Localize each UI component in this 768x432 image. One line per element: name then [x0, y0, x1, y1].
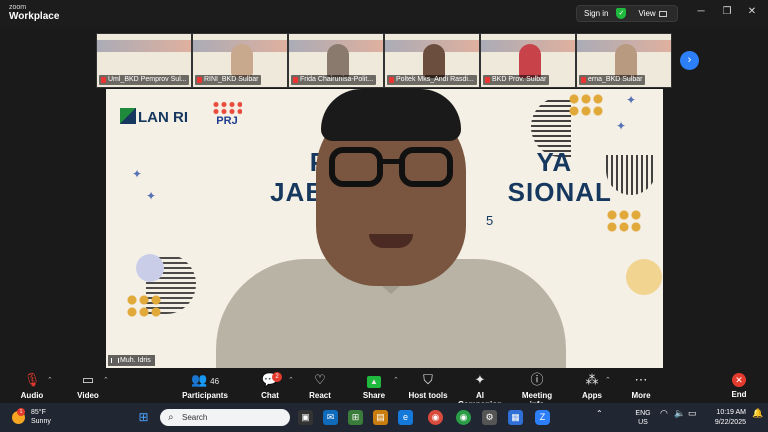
participant-video	[423, 44, 445, 78]
sparkle-icon: ✦	[474, 372, 486, 387]
chevron-up-icon[interactable]: ⌃	[596, 409, 603, 418]
sun-icon: 1	[12, 407, 25, 424]
task-view-icon[interactable]: ▣	[298, 410, 313, 425]
video-button[interactable]: ▭ Video	[74, 372, 102, 400]
notepad-icon[interactable]: ▦	[508, 410, 523, 425]
chevron-up-icon[interactable]: ⌃	[288, 376, 294, 384]
glasses	[329, 147, 453, 189]
taskbar: 1 85°F Sunny ⊞ Search ▣ ✉ ⊞ ▤ e ◉ ◉ ⚙ ▦ Z…	[0, 403, 768, 432]
participant-tile[interactable]: RINI_BKD Sulbar	[192, 33, 288, 88]
apps-button[interactable]: ⁂ Apps	[578, 372, 606, 400]
participant-name: Poltek Mks_Andi Rasdi...	[387, 75, 477, 85]
dot-decoration	[606, 209, 642, 233]
chevron-up-icon[interactable]: ⌃	[103, 376, 109, 384]
close-icon[interactable]: ✕	[745, 6, 759, 17]
outlook-icon[interactable]: ✉	[323, 410, 338, 425]
participant-video	[615, 44, 637, 78]
participant-name: erna_BKD Sulbar	[579, 75, 646, 85]
close-icon: ✕	[732, 373, 746, 387]
participant-tile[interactable]: Poltek Mks_Andi Rasdi...	[384, 33, 480, 88]
participant-tile[interactable]: Frida Chairunisa-Polit...	[288, 33, 384, 88]
react-button[interactable]: ♡ React	[306, 372, 334, 400]
participants-button[interactable]: 👥 46 Participants	[180, 372, 230, 400]
meeting-toolbar: 🎙 Audio ⌃ ▭ Video ⌃ 👥 46 Participants 💬 C…	[0, 369, 768, 409]
grid-icon[interactable]	[658, 10, 667, 17]
more-button[interactable]: ⋯ More	[627, 372, 655, 400]
shield-icon: ⛉	[423, 372, 433, 387]
participant-tile[interactable]: Uml_BKD Pemprov Sul...	[96, 33, 192, 88]
participant-name: BKD Prov. Sulbar	[483, 75, 550, 85]
battery-icon[interactable]: ▭	[688, 409, 697, 418]
microphone-muted-icon: 🎙	[23, 372, 41, 387]
view-button[interactable]: View	[638, 9, 655, 18]
speaker-icon[interactable]: 🔈	[674, 409, 685, 418]
share-icon: ▲	[360, 372, 388, 388]
title-bar: zoom Workplace Sign in ✓ View ─ ❐ ✕	[0, 0, 768, 28]
shield-icon[interactable]: ✓	[616, 8, 627, 19]
chevron-up-icon[interactable]: ⌃	[393, 376, 399, 384]
store-icon[interactable]: ⊞	[348, 410, 363, 425]
settings-icon[interactable]: ⚙	[482, 410, 497, 425]
edge-icon[interactable]: e	[398, 410, 413, 425]
participant-video	[231, 44, 253, 78]
weather-text: Sunny	[31, 418, 51, 425]
star-decoration: ✦	[132, 167, 143, 181]
restore-icon[interactable]: ❐	[720, 6, 734, 17]
end-button[interactable]: ✕ End	[725, 372, 753, 399]
language-indicator[interactable]: ENG US	[634, 409, 652, 427]
chevron-up-icon[interactable]: ⌃	[605, 376, 611, 384]
participant-tile[interactable]: erna_BKD Sulbar	[576, 33, 672, 88]
sign-in-button[interactable]: Sign in	[584, 9, 608, 18]
main-video: LAN RI PRJ ✦ ✦ ✦ ✦ PEYA JABATASIONAL 85 …	[106, 89, 663, 368]
apps-icon: ⁂	[585, 372, 599, 387]
speaker-name-tag: Muh. Idris	[108, 355, 155, 366]
participant-name: RINI_BKD Sulbar	[195, 75, 262, 85]
chrome-profile-icon[interactable]: ◉	[456, 410, 471, 425]
zoom-app-icon[interactable]: Z	[535, 410, 550, 425]
host-tools-button[interactable]: ⛉ Host tools	[408, 372, 448, 400]
minimize-icon[interactable]: ─	[694, 6, 708, 17]
star-decoration: ✦	[616, 119, 627, 133]
audio-button[interactable]: 🎙 Audio	[18, 372, 46, 400]
heart-icon: ♡	[314, 372, 326, 387]
chevron-right-icon[interactable]: ›	[680, 51, 699, 70]
notification-icon[interactable]: 🔔	[752, 409, 763, 418]
participant-tile[interactable]: BKD Prov. Sulbar	[480, 33, 576, 88]
temperature: 85°F	[31, 409, 46, 416]
camera-icon: ▭	[81, 372, 95, 387]
participant-video	[327, 44, 349, 78]
dot-decoration	[126, 294, 162, 318]
participant-name: Uml_BKD Pemprov Sul...	[99, 75, 189, 85]
brand-top: zoom	[9, 4, 27, 11]
participant-strip: Uml_BKD Pemprov Sul... RINI_BKD Sulbar F…	[96, 33, 673, 88]
wifi-icon[interactable]: ◠	[660, 409, 668, 418]
lan-ri-logo: LAN RI	[120, 108, 188, 126]
windows-start-icon[interactable]: ⊞	[136, 410, 151, 425]
participant-video	[519, 44, 541, 78]
speaker-video	[186, 89, 586, 368]
clock[interactable]: 10:19 AM 9/22/2025	[706, 408, 746, 428]
info-icon: ⓘ	[530, 372, 544, 387]
zoom-logo: zoom Workplace	[9, 4, 59, 22]
participants-icon: 👥 46	[190, 372, 220, 387]
chat-badge: 2	[272, 372, 282, 382]
participant-name: Frida Chairunisa-Polit...	[291, 75, 377, 85]
search-input[interactable]: Search	[160, 409, 290, 426]
chevron-up-icon[interactable]: ⌃	[47, 376, 53, 384]
signin-view-group: Sign in ✓ View	[576, 5, 678, 22]
brand-name: Workplace	[9, 11, 60, 22]
weather-widget[interactable]: 1 85°F Sunny	[12, 407, 51, 426]
star-decoration: ✦	[626, 93, 637, 107]
star-decoration: ✦	[146, 189, 157, 203]
chrome-icon[interactable]: ◉	[428, 410, 443, 425]
more-icon: ⋯	[634, 372, 648, 387]
share-button[interactable]: ▲ Share	[360, 372, 388, 400]
file-explorer-icon[interactable]: ▤	[373, 410, 388, 425]
